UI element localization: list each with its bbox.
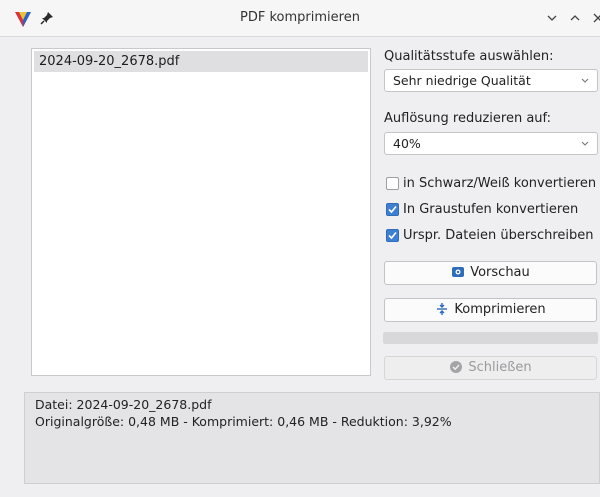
progress-bar [383, 332, 598, 344]
checkmark-icon [388, 205, 397, 214]
compress-button-label: Komprimieren [454, 302, 546, 317]
checkbox-box[interactable] [386, 177, 399, 190]
status-result-line: Originalgröße: 0,48 MB - Komprimiert: 0,… [35, 414, 452, 429]
chevron-down-icon [581, 78, 589, 83]
close-button-label: Schließen [468, 360, 532, 375]
file-list[interactable]: 2024-09-20_2678.pdf [31, 48, 371, 376]
chevron-down-icon [547, 15, 557, 21]
resolution-select-value: 40% [393, 136, 421, 151]
checkbox-box[interactable] [386, 203, 399, 216]
preview-button[interactable]: Vorschau [384, 261, 597, 285]
resolution-label: Auflösung reduzieren auf: [384, 111, 552, 126]
close-button[interactable]: Schließen [384, 356, 597, 380]
checkbox-label: In Graustufen konvertieren [403, 202, 579, 217]
chevron-down-icon [581, 141, 589, 146]
status-file-line: Datei: 2024-09-20_2678.pdf [35, 397, 212, 412]
list-item[interactable]: 2024-09-20_2678.pdf [34, 51, 368, 72]
minimize-button[interactable] [543, 9, 561, 27]
quality-label: Qualitätsstufe auswählen: [384, 49, 554, 64]
preview-icon [452, 266, 465, 277]
resolution-select[interactable]: 40% [384, 132, 598, 155]
quality-select[interactable]: Sehr niedrige Qualität [384, 69, 598, 92]
quality-select-value: Sehr niedrige Qualität [393, 73, 531, 88]
close-icon [593, 13, 600, 23]
checkbox-box[interactable] [386, 229, 399, 242]
close-window-button[interactable] [589, 9, 600, 27]
chevron-up-icon [570, 15, 580, 21]
window-title: PDF komprimieren [240, 10, 360, 25]
titlebar: PDF komprimieren [0, 0, 600, 37]
checkbox-label: Urspr. Dateien überschreiben [403, 228, 594, 243]
preview-button-label: Vorschau [470, 265, 530, 280]
status-panel: Datei: 2024-09-20_2678.pdf Originalgröße… [24, 392, 600, 484]
compress-icon [437, 302, 448, 315]
checkmark-icon [388, 231, 397, 240]
compress-button[interactable]: Komprimieren [384, 298, 597, 322]
checkbox-label: in Schwarz/Weiß konvertieren [403, 176, 597, 191]
maximize-button[interactable] [566, 9, 584, 27]
check-circle-icon [450, 360, 463, 373]
compress-pdf-window: PDF komprimieren 2024-09-20_2678.pdf Qua… [0, 0, 600, 497]
